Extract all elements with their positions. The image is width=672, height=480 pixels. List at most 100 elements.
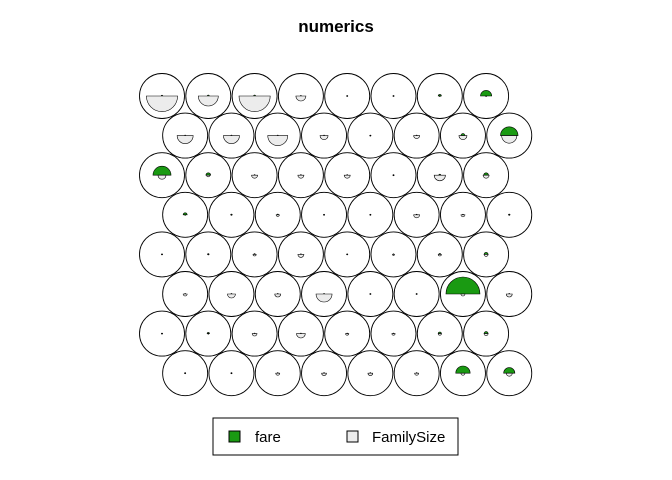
segment-familysize (391, 333, 396, 336)
som-node (370, 73, 417, 119)
segment-familysize (367, 372, 374, 376)
segment-familysize (274, 293, 282, 298)
som-node (208, 271, 255, 317)
som-node (185, 152, 232, 199)
som-node (185, 310, 232, 357)
segment-familysize (346, 95, 349, 97)
som-node (162, 350, 209, 397)
segment-familysize (321, 372, 327, 376)
segment-familysize (413, 135, 420, 139)
som-node (324, 152, 371, 199)
segment-familysize (413, 214, 420, 219)
som-node (254, 112, 301, 159)
som-node (440, 350, 486, 397)
segment-familysize (483, 333, 489, 336)
segment-familysize (182, 293, 188, 297)
segment-familysize (251, 333, 258, 337)
som-node (185, 231, 232, 278)
legend-label-familysize: FamilySize (372, 429, 445, 446)
som-node (162, 112, 209, 159)
som-node (162, 271, 209, 317)
legend-swatch-familysize (346, 430, 359, 443)
segment-familysize (369, 135, 372, 137)
som-node (324, 73, 371, 119)
som-node (254, 350, 301, 397)
segment-fare (483, 172, 489, 176)
segment-familysize (460, 372, 466, 376)
segment-familysize (184, 372, 187, 375)
som-node (440, 191, 486, 238)
segment-familysize (275, 214, 280, 217)
som-node (231, 231, 278, 278)
som-node (463, 73, 510, 119)
som-node (139, 231, 185, 278)
som-node (301, 112, 347, 159)
som-node (416, 73, 463, 119)
segment-familysize (414, 372, 419, 376)
segment-familysize (206, 174, 211, 178)
segment-familysize (483, 254, 489, 257)
som-node (185, 73, 232, 119)
som-node (277, 310, 324, 357)
segment-familysize (437, 254, 442, 257)
som-node (277, 231, 324, 278)
segment-familysize (392, 174, 395, 177)
segment-familysize (369, 214, 372, 216)
som-node (370, 310, 417, 357)
som-node (208, 112, 255, 159)
segment-familysize (251, 174, 258, 179)
som-node (347, 350, 394, 397)
segment-familysize (437, 333, 442, 336)
segment-familysize (415, 293, 418, 295)
som-node (139, 152, 185, 199)
segment-familysize (343, 174, 351, 179)
som-node (139, 310, 185, 357)
som-plot: numerics fare FamilySize (139, 17, 533, 456)
som-node (139, 73, 185, 119)
som-node (440, 112, 486, 159)
segment-familysize (275, 372, 281, 376)
som-node (301, 191, 347, 238)
segment-familysize (505, 293, 513, 298)
segment-familysize (346, 254, 349, 256)
segment-familysize (485, 95, 488, 97)
som-node (486, 350, 533, 397)
segment-familysize (369, 293, 372, 295)
som-node (416, 152, 463, 199)
segment-familysize (161, 254, 163, 256)
som-node (208, 350, 255, 397)
som-node (324, 231, 371, 278)
segment-familysize (508, 214, 511, 216)
som-node (347, 271, 394, 317)
som-node (463, 310, 510, 357)
som-node (231, 73, 278, 119)
legend-label-fare: fare (255, 429, 281, 446)
som-node (162, 191, 209, 238)
som-node (277, 152, 324, 199)
segment-familysize (252, 254, 257, 257)
som-node (347, 191, 394, 238)
chart-title: numerics (298, 17, 374, 36)
segment-familysize (230, 214, 233, 216)
som-node (347, 112, 394, 159)
som-node (393, 191, 440, 238)
som-node (416, 231, 463, 278)
segment-familysize (460, 293, 466, 297)
segment-familysize (345, 333, 350, 336)
som-node (463, 231, 510, 278)
som-node (463, 152, 510, 199)
segment-familysize (230, 372, 233, 375)
segment-familysize (460, 214, 466, 218)
som-grid (139, 73, 533, 397)
segment-familysize (207, 254, 210, 256)
som-node (301, 271, 347, 317)
segment-familysize (438, 95, 441, 97)
segment-familysize (323, 214, 325, 216)
som-node (301, 350, 347, 397)
som-node (231, 310, 278, 357)
som-node (231, 152, 278, 199)
som-node (324, 310, 371, 357)
segment-familysize (207, 333, 210, 335)
som-node (254, 191, 301, 238)
som-node (416, 310, 463, 357)
